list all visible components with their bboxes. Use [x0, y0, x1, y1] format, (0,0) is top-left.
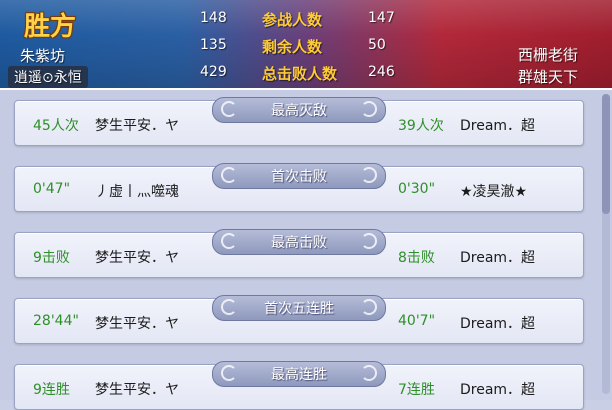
participants-label: 参战人数	[262, 11, 323, 29]
battle-summary-header: 胜方 朱紫坊 逍遥⊙永恒 148 参战人数 147 135 剩余人数 50 42…	[0, 0, 612, 90]
scrollbar-thumb[interactable]	[602, 94, 610, 214]
records-list[interactable]: 最高灭敌 45人次 梦生平安．ヤ 39人次 Dream．超 首次击败 0'47"…	[0, 90, 612, 410]
record-title-banner: 最高连胜	[212, 361, 386, 387]
left-participants: 148	[200, 10, 227, 26]
right-record-value: 39人次	[398, 118, 444, 134]
right-record-value: 8击败	[398, 250, 435, 266]
left-record-value: 45人次	[33, 118, 79, 134]
left-total-defeated: 429	[200, 64, 227, 80]
left-record-player: 梦生平安．ヤ	[95, 250, 179, 266]
right-record-player: Dream．超	[460, 316, 536, 332]
record-row: 最高灭敌 45人次 梦生平安．ヤ 39人次 Dream．超	[14, 97, 584, 146]
left-record-player: 梦生平安．ヤ	[95, 382, 179, 398]
record-title-banner: 首次击败	[212, 163, 386, 189]
left-record-player: 梦生平安．ヤ	[95, 118, 179, 134]
swirl-ornament-icon	[361, 167, 377, 183]
record-row: 首次击败 0'47" 丿虚丨灬噬魂 0'30" ★凌昊澈★	[14, 163, 584, 212]
swirl-ornament-icon	[221, 167, 237, 183]
swirl-ornament-icon	[221, 299, 237, 315]
left-server-name: 逍遥⊙永恒	[8, 66, 88, 88]
swirl-ornament-icon	[361, 299, 377, 315]
record-title-banner: 最高击败	[212, 229, 386, 255]
right-record-player: Dream．超	[460, 382, 536, 398]
record-title: 首次五连胜	[264, 301, 334, 317]
left-record-value: 28'44"	[33, 313, 79, 329]
right-record-value: 7连胜	[398, 382, 435, 398]
left-record-value: 9击败	[33, 250, 70, 266]
left-record-player: 梦生平安．ヤ	[95, 316, 179, 332]
right-record-value: 0'30"	[398, 181, 436, 197]
record-row: 最高连胜 9连胜 梦生平安．ヤ 7连胜 Dream．超	[14, 361, 584, 410]
swirl-ornament-icon	[221, 365, 237, 381]
record-title: 最高连胜	[271, 367, 327, 383]
left-remaining: 135	[200, 37, 227, 53]
right-record-value: 40'7"	[398, 313, 436, 329]
right-record-player: ★凌昊澈★	[460, 184, 528, 200]
right-server-name: 群雄天下	[517, 68, 578, 86]
record-row: 首次五连胜 28'44" 梦生平安．ヤ 40'7" Dream．超	[14, 295, 584, 344]
record-title: 最高击败	[271, 235, 327, 251]
right-guild-name: 西栅老街	[517, 46, 578, 64]
record-row: 最高击败 9击败 梦生平安．ヤ 8击败 Dream．超	[14, 229, 584, 278]
winner-badge: 胜方	[24, 12, 77, 42]
swirl-ornament-icon	[361, 233, 377, 249]
records-scrollbar[interactable]	[602, 94, 610, 394]
record-title-banner: 最高灭敌	[212, 97, 386, 123]
right-total-defeated: 246	[368, 64, 395, 80]
swirl-ornament-icon	[361, 365, 377, 381]
swirl-ornament-icon	[221, 233, 237, 249]
record-title: 最高灭敌	[271, 103, 327, 119]
left-guild-name: 朱紫坊	[20, 47, 66, 65]
right-record-player: Dream．超	[460, 118, 536, 134]
right-participants: 147	[368, 10, 395, 26]
left-record-value: 9连胜	[33, 382, 70, 398]
right-remaining: 50	[368, 37, 386, 53]
right-record-player: Dream．超	[460, 250, 536, 266]
total-defeated-label: 总击败人数	[262, 65, 338, 83]
swirl-ornament-icon	[361, 101, 377, 117]
left-record-value: 0'47"	[33, 181, 71, 197]
record-title: 首次击败	[271, 169, 327, 185]
remaining-label: 剩余人数	[262, 38, 323, 56]
swirl-ornament-icon	[221, 101, 237, 117]
left-record-player: 丿虚丨灬噬魂	[95, 184, 179, 200]
record-title-banner: 首次五连胜	[212, 295, 386, 321]
